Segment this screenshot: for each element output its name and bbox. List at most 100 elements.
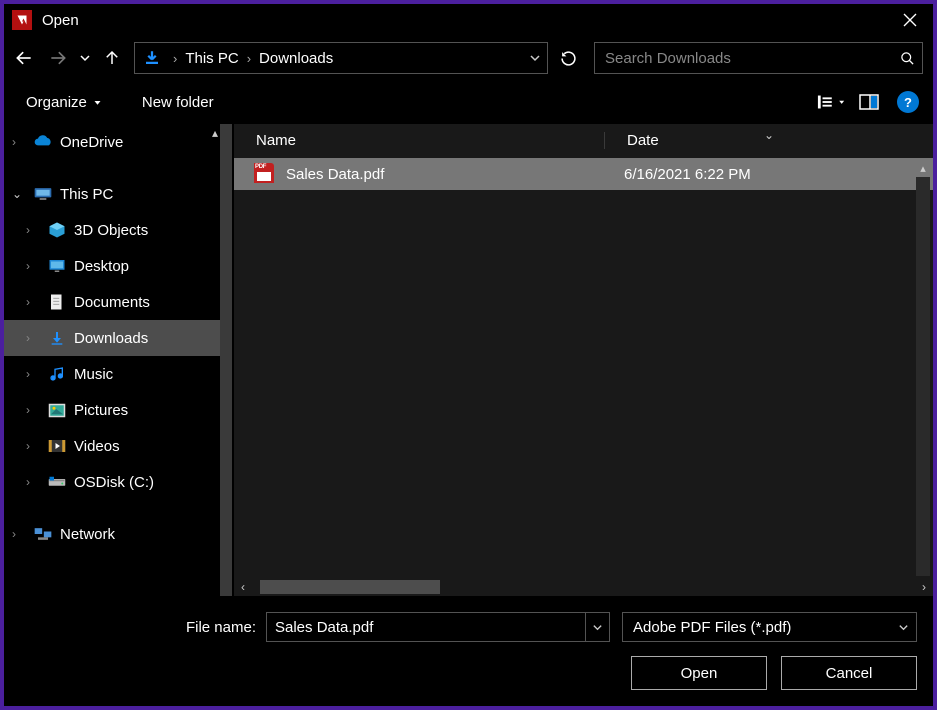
content-area: ▴ › OneDrive ⌄ This PC (4, 124, 933, 596)
tree-label: Network (60, 526, 115, 543)
tree-label: OneDrive (60, 134, 123, 151)
scroll-up-icon[interactable]: ▴ (212, 126, 218, 140)
scrollbar-track[interactable] (916, 177, 930, 576)
filter-text: Adobe PDF Files (*.pdf) (623, 619, 890, 636)
filename-dropdown[interactable] (585, 613, 609, 641)
tree-item-network[interactable]: › Network (4, 516, 220, 552)
window-title: Open (42, 12, 887, 29)
tree-item-desktop[interactable]: › Desktop (4, 248, 220, 284)
cancel-button[interactable]: Cancel (781, 656, 917, 690)
drive-icon (46, 471, 68, 493)
tree-label: Documents (74, 294, 150, 311)
column-headers: Name ⌄ Date (234, 124, 933, 158)
chevron-right-icon[interactable]: › (26, 295, 40, 309)
sort-indicator-icon: ⌄ (764, 128, 774, 142)
chevron-right-icon[interactable]: › (243, 51, 255, 66)
tree-label: This PC (60, 186, 113, 203)
chevron-right-icon[interactable]: › (169, 51, 181, 66)
file-type-filter[interactable]: Adobe PDF Files (*.pdf) (622, 612, 917, 642)
chevron-down-icon[interactable]: ⌄ (12, 187, 26, 201)
scroll-left-icon[interactable]: ‹ (234, 580, 252, 594)
tree-item-pictures[interactable]: › Pictures (4, 392, 220, 428)
new-folder-label: New folder (142, 94, 214, 111)
tree-label: OSDisk (C:) (74, 474, 154, 491)
computer-icon (32, 183, 54, 205)
tree-label: Music (74, 366, 113, 383)
tree-item-thispc[interactable]: ⌄ This PC (4, 176, 220, 212)
chevron-right-icon[interactable]: › (26, 259, 40, 273)
close-button[interactable] (887, 4, 933, 36)
filename-input[interactable] (267, 619, 585, 636)
scrollbar-thumb[interactable] (260, 580, 440, 594)
nav-recent-dropdown[interactable] (76, 41, 94, 75)
organize-button[interactable]: Organize (18, 90, 110, 115)
3dobjects-icon (46, 219, 68, 241)
filename-combobox[interactable] (266, 612, 610, 642)
breadcrumb-thispc[interactable]: This PC (181, 48, 242, 69)
tree-item-osdisk[interactable]: › OSDisk (C:) (4, 464, 220, 500)
downloads-folder-icon (141, 47, 163, 69)
search-bar[interactable] (594, 42, 923, 74)
tree-label: Videos (74, 438, 120, 455)
videos-icon (46, 435, 68, 457)
preview-pane-button[interactable] (855, 88, 883, 116)
downloads-icon (46, 327, 68, 349)
chevron-right-icon[interactable]: › (26, 223, 40, 237)
tree-item-documents[interactable]: › Documents (4, 284, 220, 320)
tree-label: 3D Objects (74, 222, 148, 239)
navbar: › This PC › Downloads (4, 36, 933, 80)
view-options-button[interactable] (817, 88, 845, 116)
tree-item-onedrive[interactable]: › OneDrive (4, 124, 220, 160)
nav-back-button[interactable] (8, 41, 40, 75)
new-folder-button[interactable]: New folder (134, 90, 222, 115)
tree-item-videos[interactable]: › Videos (4, 428, 220, 464)
organize-label: Organize (26, 94, 87, 111)
column-header-name[interactable]: Name (234, 132, 604, 149)
help-button[interactable]: ? (897, 91, 919, 113)
toolbar: Organize New folder ? (4, 80, 933, 124)
adobe-app-icon (12, 10, 32, 30)
horizontal-scrollbar[interactable]: ‹ › (234, 578, 933, 596)
breadcrumb-downloads[interactable]: Downloads (255, 48, 337, 69)
titlebar: Open (4, 4, 933, 36)
chevron-right-icon[interactable]: › (26, 439, 40, 453)
address-dropdown[interactable] (523, 52, 547, 64)
chevron-right-icon[interactable]: › (26, 475, 40, 489)
chevron-right-icon[interactable]: › (12, 527, 26, 541)
navigation-tree: ▴ › OneDrive ⌄ This PC (4, 124, 220, 596)
bottom-panel: File name: Adobe PDF Files (*.pdf) Open … (4, 596, 933, 706)
tree-item-music[interactable]: › Music (4, 356, 220, 392)
open-button[interactable]: Open (631, 656, 767, 690)
search-icon[interactable] (892, 51, 922, 66)
tree-item-3dobjects[interactable]: › 3D Objects (4, 212, 220, 248)
column-header-date[interactable]: ⌄ Date (604, 132, 933, 149)
filter-dropdown[interactable] (890, 622, 916, 633)
desktop-icon (46, 255, 68, 277)
tree-label: Pictures (74, 402, 128, 419)
open-file-dialog: Open › This PC › Downloads (4, 4, 933, 706)
pdf-file-icon (254, 163, 276, 185)
file-row[interactable]: Sales Data.pdf 6/16/2021 6:22 PM (234, 158, 933, 190)
scroll-up-icon[interactable]: ▴ (920, 162, 926, 175)
onedrive-icon (32, 131, 54, 153)
file-list-area: Name ⌄ Date Sales Data.pdf 6/16/2021 6:2… (234, 124, 933, 596)
network-icon (32, 523, 54, 545)
file-list[interactable]: Sales Data.pdf 6/16/2021 6:22 PM ▴ (234, 158, 933, 578)
file-name: Sales Data.pdf (286, 166, 606, 183)
address-bar[interactable]: › This PC › Downloads (134, 42, 548, 74)
chevron-right-icon[interactable]: › (26, 331, 40, 345)
sidebar-resize-handle[interactable] (220, 124, 232, 596)
chevron-right-icon[interactable]: › (26, 403, 40, 417)
file-date: 6/16/2021 6:22 PM (606, 166, 933, 183)
chevron-right-icon[interactable]: › (12, 135, 26, 149)
chevron-right-icon[interactable]: › (26, 367, 40, 381)
nav-up-button[interactable] (96, 41, 128, 75)
search-input[interactable] (595, 50, 892, 67)
scroll-right-icon[interactable]: › (915, 580, 933, 594)
nav-forward-button[interactable] (42, 41, 74, 75)
tree-item-downloads[interactable]: › Downloads (4, 320, 220, 356)
tree-label: Downloads (74, 330, 148, 347)
vertical-scrollbar[interactable]: ▴ (915, 162, 931, 578)
refresh-button[interactable] (552, 42, 584, 74)
filename-label: File name: (4, 619, 266, 636)
